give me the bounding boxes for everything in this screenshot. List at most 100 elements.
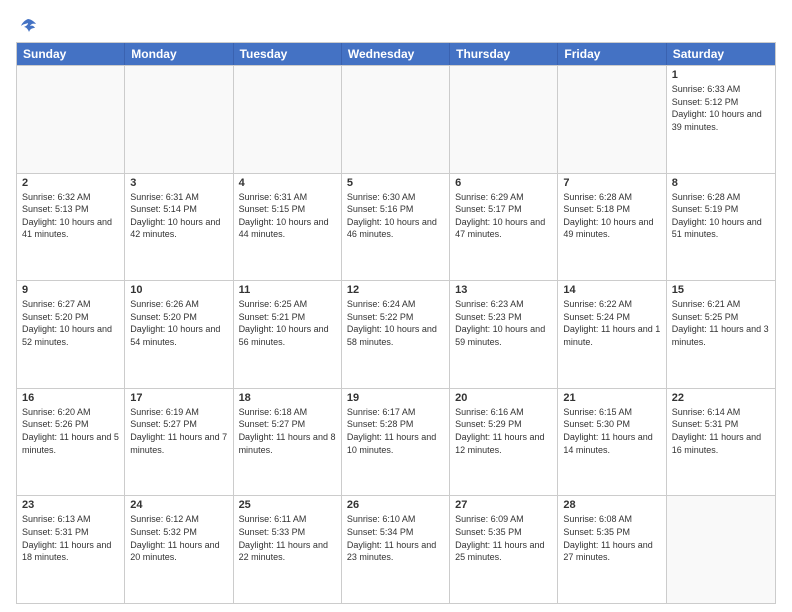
weekday-header: Thursday — [450, 43, 558, 65]
calendar-cell — [125, 66, 233, 173]
day-info: Sunrise: 6:17 AM Sunset: 5:28 PM Dayligh… — [347, 406, 444, 456]
day-info: Sunrise: 6:15 AM Sunset: 5:30 PM Dayligh… — [563, 406, 660, 456]
calendar-cell: 4 Sunrise: 6:31 AM Sunset: 5:15 PM Daylig… — [234, 174, 342, 281]
page: SundayMondayTuesdayWednesdayThursdayFrid… — [0, 0, 792, 612]
day-info: Sunrise: 6:18 AM Sunset: 5:27 PM Dayligh… — [239, 406, 336, 456]
calendar-cell: 18Sunrise: 6:18 AM Sunset: 5:27 PM Dayli… — [234, 389, 342, 496]
calendar-cell: 24 Sunrise: 6:12 AM Sunset: 5:32 PM Dayli… — [125, 496, 233, 603]
calendar-cell: 28 Sunrise: 6:08 AM Sunset: 5:35 PM Dayli… — [558, 496, 666, 603]
calendar-cell: 8 Sunrise: 6:28 AM Sunset: 5:19 PM Daylig… — [667, 174, 775, 281]
day-info: Sunrise: 6:12 AM Sunset: 5:32 PM Dayligh… — [130, 513, 227, 563]
calendar-cell: 26 Sunrise: 6:10 AM Sunset: 5:34 PM Dayli… — [342, 496, 450, 603]
day-number: 11 — [239, 284, 336, 296]
calendar-cell: 19 Sunrise: 6:17 AM Sunset: 5:28 PM Dayli… — [342, 389, 450, 496]
day-number: 6 — [455, 177, 552, 189]
day-info: Sunrise: 6:11 AM Sunset: 5:33 PM Dayligh… — [239, 513, 336, 563]
day-info: Sunrise: 6:28 AM Sunset: 5:19 PM Dayligh… — [672, 191, 770, 241]
day-number: 26 — [347, 499, 444, 511]
day-info: Sunrise: 6:09 AM Sunset: 5:35 PM Dayligh… — [455, 513, 552, 563]
calendar-cell: 21 Sunrise: 6:15 AM Sunset: 5:30 PM Dayli… — [558, 389, 666, 496]
day-info: Sunrise: 6:26 AM Sunset: 5:20 PM Dayligh… — [130, 298, 227, 348]
header — [16, 16, 776, 36]
day-number: 10 — [130, 284, 227, 296]
day-number: 22 — [672, 392, 770, 404]
day-number: 16 — [22, 392, 119, 404]
day-info: Sunrise: 6:24 AM Sunset: 5:22 PM Dayligh… — [347, 298, 444, 348]
day-number: 23 — [22, 499, 119, 511]
day-number: 14 — [563, 284, 660, 296]
weekday-header: Monday — [125, 43, 233, 65]
logo-bird-icon — [18, 16, 38, 36]
calendar-cell — [17, 66, 125, 173]
calendar-cell: 3Sunrise: 6:31 AM Sunset: 5:14 PM Daylig… — [125, 174, 233, 281]
calendar-cell: 17 Sunrise: 6:19 AM Sunset: 5:27 PM Dayli… — [125, 389, 233, 496]
calendar-cell — [342, 66, 450, 173]
day-info: Sunrise: 6:23 AM Sunset: 5:23 PM Dayligh… — [455, 298, 552, 348]
calendar-cell: 14 Sunrise: 6:22 AM Sunset: 5:24 PM Dayli… — [558, 281, 666, 388]
calendar-cell: 25 Sunrise: 6:11 AM Sunset: 5:33 PM Dayli… — [234, 496, 342, 603]
day-info: Sunrise: 6:29 AM Sunset: 5:17 PM Dayligh… — [455, 191, 552, 241]
day-number: 13 — [455, 284, 552, 296]
calendar-cell: 1 Sunrise: 6:33 AM Sunset: 5:12 PM Daylig… — [667, 66, 775, 173]
day-info: Sunrise: 6:31 AM Sunset: 5:15 PM Dayligh… — [239, 191, 336, 241]
day-number: 7 — [563, 177, 660, 189]
day-number: 3 — [130, 177, 227, 189]
day-number: 9 — [22, 284, 119, 296]
day-info: Sunrise: 6:30 AM Sunset: 5:16 PM Dayligh… — [347, 191, 444, 241]
calendar: SundayMondayTuesdayWednesdayThursdayFrid… — [16, 42, 776, 604]
calendar-cell — [450, 66, 558, 173]
day-number: 25 — [239, 499, 336, 511]
weekday-header: Tuesday — [234, 43, 342, 65]
day-number: 5 — [347, 177, 444, 189]
day-info: Sunrise: 6:14 AM Sunset: 5:31 PM Dayligh… — [672, 406, 770, 456]
day-number: 15 — [672, 284, 770, 296]
day-info: Sunrise: 6:16 AM Sunset: 5:29 PM Dayligh… — [455, 406, 552, 456]
calendar-row: 16 Sunrise: 6:20 AM Sunset: 5:26 PM Dayli… — [17, 388, 775, 496]
calendar-row: 1 Sunrise: 6:33 AM Sunset: 5:12 PM Daylig… — [17, 65, 775, 173]
day-number: 12 — [347, 284, 444, 296]
calendar-row: 23 Sunrise: 6:13 AM Sunset: 5:31 PM Dayli… — [17, 495, 775, 603]
day-number: 27 — [455, 499, 552, 511]
calendar-cell: 6 Sunrise: 6:29 AM Sunset: 5:17 PM Daylig… — [450, 174, 558, 281]
logo — [16, 16, 38, 36]
day-info: Sunrise: 6:19 AM Sunset: 5:27 PM Dayligh… — [130, 406, 227, 456]
day-number: 8 — [672, 177, 770, 189]
weekday-header: Sunday — [17, 43, 125, 65]
weekday-header: Wednesday — [342, 43, 450, 65]
calendar-cell: 23 Sunrise: 6:13 AM Sunset: 5:31 PM Dayli… — [17, 496, 125, 603]
day-info: Sunrise: 6:32 AM Sunset: 5:13 PM Dayligh… — [22, 191, 119, 241]
calendar-cell: 12 Sunrise: 6:24 AM Sunset: 5:22 PM Dayli… — [342, 281, 450, 388]
calendar-cell: 2 Sunrise: 6:32 AM Sunset: 5:13 PM Daylig… — [17, 174, 125, 281]
calendar-cell: 11Sunrise: 6:25 AM Sunset: 5:21 PM Dayli… — [234, 281, 342, 388]
day-number: 28 — [563, 499, 660, 511]
day-info: Sunrise: 6:08 AM Sunset: 5:35 PM Dayligh… — [563, 513, 660, 563]
calendar-cell — [234, 66, 342, 173]
day-number: 1 — [672, 69, 770, 81]
day-number: 2 — [22, 177, 119, 189]
weekday-header: Friday — [558, 43, 666, 65]
day-info: Sunrise: 6:20 AM Sunset: 5:26 PM Dayligh… — [22, 406, 119, 456]
calendar-cell: 27 Sunrise: 6:09 AM Sunset: 5:35 PM Dayli… — [450, 496, 558, 603]
day-info: Sunrise: 6:21 AM Sunset: 5:25 PM Dayligh… — [672, 298, 770, 348]
calendar-cell — [667, 496, 775, 603]
calendar-cell: 13 Sunrise: 6:23 AM Sunset: 5:23 PM Dayli… — [450, 281, 558, 388]
day-info: Sunrise: 6:33 AM Sunset: 5:12 PM Dayligh… — [672, 83, 770, 133]
day-number: 24 — [130, 499, 227, 511]
day-info: Sunrise: 6:22 AM Sunset: 5:24 PM Dayligh… — [563, 298, 660, 348]
day-info: Sunrise: 6:28 AM Sunset: 5:18 PM Dayligh… — [563, 191, 660, 241]
weekday-header: Saturday — [667, 43, 775, 65]
calendar-body: 1 Sunrise: 6:33 AM Sunset: 5:12 PM Daylig… — [17, 65, 775, 603]
calendar-row: 2 Sunrise: 6:32 AM Sunset: 5:13 PM Daylig… — [17, 173, 775, 281]
day-number: 21 — [563, 392, 660, 404]
calendar-cell: 20Sunrise: 6:16 AM Sunset: 5:29 PM Dayli… — [450, 389, 558, 496]
day-info: Sunrise: 6:13 AM Sunset: 5:31 PM Dayligh… — [22, 513, 119, 563]
day-number: 17 — [130, 392, 227, 404]
day-number: 19 — [347, 392, 444, 404]
calendar-cell: 22 Sunrise: 6:14 AM Sunset: 5:31 PM Dayli… — [667, 389, 775, 496]
day-number: 4 — [239, 177, 336, 189]
day-info: Sunrise: 6:10 AM Sunset: 5:34 PM Dayligh… — [347, 513, 444, 563]
calendar-cell: 9Sunrise: 6:27 AM Sunset: 5:20 PM Daylig… — [17, 281, 125, 388]
calendar-cell: 5 Sunrise: 6:30 AM Sunset: 5:16 PM Daylig… — [342, 174, 450, 281]
calendar-cell: 7 Sunrise: 6:28 AM Sunset: 5:18 PM Daylig… — [558, 174, 666, 281]
calendar-cell: 10 Sunrise: 6:26 AM Sunset: 5:20 PM Dayli… — [125, 281, 233, 388]
